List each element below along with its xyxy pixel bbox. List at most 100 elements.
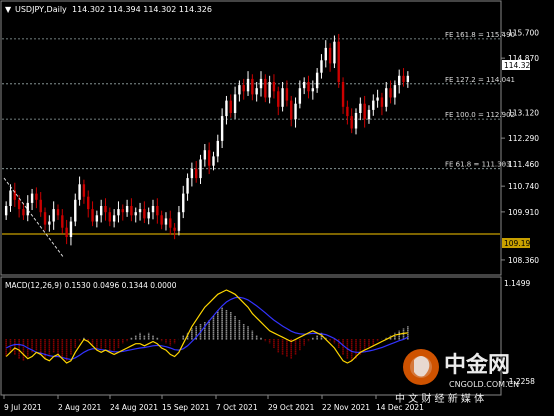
candle-body xyxy=(389,88,392,98)
current-price-tag: 114.326 xyxy=(502,60,535,70)
candle-body xyxy=(112,215,116,222)
candle-body xyxy=(333,41,336,64)
candle-body xyxy=(298,88,302,104)
candle-body xyxy=(199,159,202,179)
macd-label: MACD(12,26,9) 0.1530 0.0496 0.1344 0.000… xyxy=(5,281,177,290)
date-tick-label: 7 Oct 2021 xyxy=(216,403,258,412)
candle-body xyxy=(108,212,112,222)
candle-body xyxy=(376,97,379,101)
candle-body xyxy=(177,212,181,231)
candle-body xyxy=(315,72,319,89)
candle-body xyxy=(302,82,306,89)
price-tick-label: 112.290 xyxy=(508,134,539,143)
symbol-label: USDJPY,Daily xyxy=(15,5,67,14)
candle-body xyxy=(203,150,207,160)
date-tick-label: 9 Jul 2021 xyxy=(4,403,42,412)
candle-body xyxy=(26,202,29,216)
support-price-tag: 109.197 xyxy=(502,238,535,248)
candle-body xyxy=(56,209,60,216)
candle-body xyxy=(9,190,12,206)
candle-body xyxy=(216,140,219,157)
candle-body xyxy=(151,206,155,213)
candle-body xyxy=(359,103,362,113)
watermark-url: CNGOLD.COM.CN xyxy=(449,380,519,389)
candle-body xyxy=(207,150,211,166)
candle-body xyxy=(290,100,293,120)
candle-body xyxy=(320,60,323,73)
candle-body xyxy=(398,75,401,86)
collapse-arrow-icon[interactable]: ▼ xyxy=(5,5,12,14)
macd-top-value: 1.1499 xyxy=(504,279,530,288)
candle-body xyxy=(225,100,228,117)
candle-body xyxy=(337,41,340,82)
candle-body xyxy=(272,82,276,92)
candle-body xyxy=(117,209,120,216)
candle-body xyxy=(69,221,73,237)
candle-body xyxy=(367,109,371,120)
candle-body xyxy=(268,82,271,98)
candle-body xyxy=(242,85,245,92)
candle-body xyxy=(324,47,327,61)
fib-label: FE 61.8 = 111.303 xyxy=(445,161,511,169)
candle-body xyxy=(48,221,51,225)
date-tick-label: 29 Oct 2021 xyxy=(268,403,315,412)
candle-body xyxy=(30,193,34,203)
price-tick-label: 108.360 xyxy=(508,256,539,265)
candle-body xyxy=(341,82,345,107)
candle-body xyxy=(380,97,384,107)
candle-body xyxy=(61,215,64,228)
candle-body xyxy=(363,103,366,120)
candle-body xyxy=(87,196,90,210)
date-tick-label: 15 Sep 2021 xyxy=(162,403,210,412)
candle-body xyxy=(220,116,224,141)
candle-body xyxy=(307,82,310,92)
watermark-slogan: 中 文 财 经 新 媒 体 xyxy=(395,392,484,405)
candle-body xyxy=(350,116,353,129)
fib-label: FE 127.2 = 114.041 xyxy=(445,76,515,84)
candle-body xyxy=(294,103,297,120)
candle-body xyxy=(169,218,172,228)
candle-body xyxy=(281,88,284,107)
candle-body xyxy=(255,88,258,95)
candle-body xyxy=(52,209,55,222)
watermark-brand: 中金网 xyxy=(444,352,510,378)
candle-body xyxy=(372,100,375,110)
candle-body xyxy=(91,209,94,222)
candle-body xyxy=(4,206,8,216)
candle-body xyxy=(22,209,25,216)
candle-body xyxy=(346,106,349,117)
candle-body xyxy=(311,88,315,92)
candle-body xyxy=(173,227,176,231)
candle-body xyxy=(104,206,107,213)
price-tick-label: 111.460 xyxy=(508,160,539,169)
candle-body xyxy=(74,199,77,222)
candle-body xyxy=(285,88,289,101)
candle-body xyxy=(143,209,146,219)
candle-body xyxy=(95,215,99,222)
candle-body xyxy=(39,199,42,213)
candle-body xyxy=(82,184,86,197)
chart-header: ▼ USDJPY,Daily 114.302 114.394 114.302 1… xyxy=(5,5,212,14)
support-price-value: 109.197 xyxy=(504,239,535,248)
candle-body xyxy=(402,75,405,82)
candle-body xyxy=(246,78,250,92)
candle-body xyxy=(385,88,388,107)
date-tick-label: 22 Nov 2021 xyxy=(322,403,370,412)
candle-body xyxy=(35,193,38,200)
candle-body xyxy=(134,212,137,216)
candle-body xyxy=(393,85,397,98)
candle-body xyxy=(233,94,237,113)
candle-body xyxy=(212,156,215,166)
candle-body xyxy=(121,209,124,213)
candle-body xyxy=(328,47,332,64)
candle-body xyxy=(17,199,21,210)
candle-body xyxy=(238,85,241,95)
price-tick-label: 110.740 xyxy=(508,182,539,191)
price-tick-label: 115.700 xyxy=(508,28,539,37)
candle-body xyxy=(259,78,263,89)
date-tick-label: 2 Aug 2021 xyxy=(58,403,101,412)
trading-chart[interactable]: FE 161.8 = 115.490FE 127.2 = 114.041FE 1… xyxy=(0,0,554,416)
candle-body xyxy=(251,78,254,95)
candle-body xyxy=(43,212,47,225)
candle-body xyxy=(65,227,68,237)
